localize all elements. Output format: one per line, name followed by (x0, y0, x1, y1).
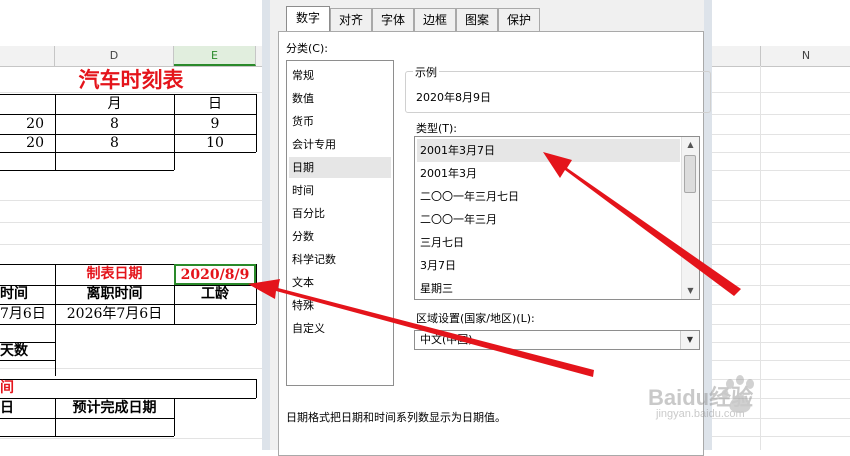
cell-d-header[interactable]: 月 (55, 94, 174, 114)
type-list[interactable]: 2001年3月7日 2001年3月 二〇〇一年三月七日 二〇〇一年三月 三月七日… (414, 136, 700, 300)
category-item-custom[interactable]: 自定义 (289, 318, 391, 339)
days-label[interactable]: 天数 (0, 342, 40, 360)
type-item-chinese-month-day[interactable]: 三月七日 (417, 231, 680, 254)
time-label[interactable]: 时间 (0, 285, 30, 304)
category-item-number[interactable]: 数值 (289, 88, 391, 109)
type-item-weekday[interactable]: 星期三 (417, 277, 680, 299)
category-item-scientific[interactable]: 科学记数 (289, 249, 391, 270)
locale-dropdown[interactable]: 中文(中国) ▼ (414, 330, 700, 350)
locale-label: 区域设置(国家/地区)(L): (416, 312, 535, 325)
cell-e-row1[interactable]: 9 (174, 114, 256, 134)
scroll-thumb[interactable] (684, 155, 696, 193)
tab-pattern[interactable]: 图案 (456, 8, 498, 31)
sheet-title[interactable]: 汽车时刻表 (0, 66, 262, 94)
type-item-chinese-date[interactable]: 二〇〇一年三月七日 (417, 185, 680, 208)
tab-number[interactable]: 数字 (286, 6, 330, 31)
report-date-label[interactable]: 制表日期 (55, 264, 174, 285)
locale-value: 中文(中国) (420, 333, 473, 346)
tab-border[interactable]: 边框 (414, 8, 456, 31)
type-item-month-day[interactable]: 3月7日 (417, 254, 680, 277)
cell-e-row2[interactable]: 10 (174, 134, 256, 152)
category-item-special[interactable]: 特殊 (289, 295, 391, 316)
scroll-down-arrow-icon[interactable]: ▼ (682, 283, 699, 299)
category-item-date[interactable]: 日期 (289, 157, 391, 178)
spreadsheet-left: D E 汽车时刻表 月 日 20 8 9 20 8 10 制表日期 2020/8… (0, 0, 262, 450)
category-item-fraction[interactable]: 分数 (289, 226, 391, 247)
category-item-general[interactable]: 常规 (289, 65, 391, 86)
cell-c-row2[interactable]: 20 (0, 134, 44, 152)
category-item-text[interactable]: 文本 (289, 272, 391, 293)
sample-value: 2020年8月9日 (416, 91, 491, 104)
type-item-chinese-year-month[interactable]: 二〇〇一年三月 (417, 208, 680, 231)
tab-protection[interactable]: 保护 (498, 8, 540, 31)
seniority-label[interactable]: 工龄 (174, 285, 256, 304)
type-label: 类型(T): (416, 122, 458, 135)
column-header-n[interactable]: N (760, 46, 850, 66)
column-header-d[interactable]: D (55, 46, 174, 66)
planned-completion-label[interactable]: 预计完成日期 (55, 398, 174, 418)
cell-d-row1[interactable]: 8 (55, 114, 174, 134)
day-label[interactable]: 日 (0, 398, 20, 418)
format-cells-dialog: 数字 对齐 字体 边框 图案 保护 分类(C): 常规 数值 货币 会计专用 日… (262, 0, 712, 456)
category-list[interactable]: 常规 数值 货币 会计专用 日期 时间 百分比 分数 科学记数 文本 特殊 自定… (286, 60, 394, 386)
category-item-percentage[interactable]: 百分比 (289, 203, 391, 224)
category-item-time[interactable]: 时间 (289, 180, 391, 201)
chevron-down-icon[interactable]: ▼ (680, 331, 699, 349)
category-label: 分类(C): (286, 42, 328, 55)
column-header-e[interactable]: E (174, 46, 256, 66)
sample-label: 示例 (413, 64, 439, 80)
type-item-year-month[interactable]: 2001年3月 (417, 162, 680, 185)
scroll-up-arrow-icon[interactable]: ▲ (682, 137, 699, 153)
departure-label[interactable]: 离职时间 (55, 285, 174, 304)
category-item-accounting[interactable]: 会计专用 (289, 134, 391, 155)
cell-c-header[interactable] (0, 94, 55, 114)
tab-font[interactable]: 字体 (372, 8, 414, 31)
type-list-scrollbar[interactable]: ▲ ▼ (681, 137, 699, 299)
departure-date-cell[interactable]: 2026年7月6日 (55, 304, 174, 324)
report-date-cell-selected[interactable]: 2020/8/9 (174, 264, 256, 285)
column-header-c[interactable] (0, 46, 55, 66)
column-header-bar: D E (0, 46, 262, 67)
cell-e-header[interactable]: 日 (174, 94, 256, 114)
category-item-currency[interactable]: 货币 (289, 111, 391, 132)
tab-alignment[interactable]: 对齐 (330, 8, 372, 31)
hire-date-cell[interactable]: 7月6日 (0, 304, 50, 324)
cell-d-row2[interactable]: 8 (55, 134, 174, 152)
type-item-date-long[interactable]: 2001年3月7日 (417, 139, 680, 162)
description-text: 日期格式把日期和时间系列数显示为日期值。 (286, 411, 506, 424)
cell-c-row1[interactable]: 20 (0, 114, 44, 134)
spreadsheet-right: N (712, 0, 850, 450)
red-time-label[interactable]: 间 (0, 379, 20, 398)
right-column-header-bar: N (712, 46, 850, 67)
